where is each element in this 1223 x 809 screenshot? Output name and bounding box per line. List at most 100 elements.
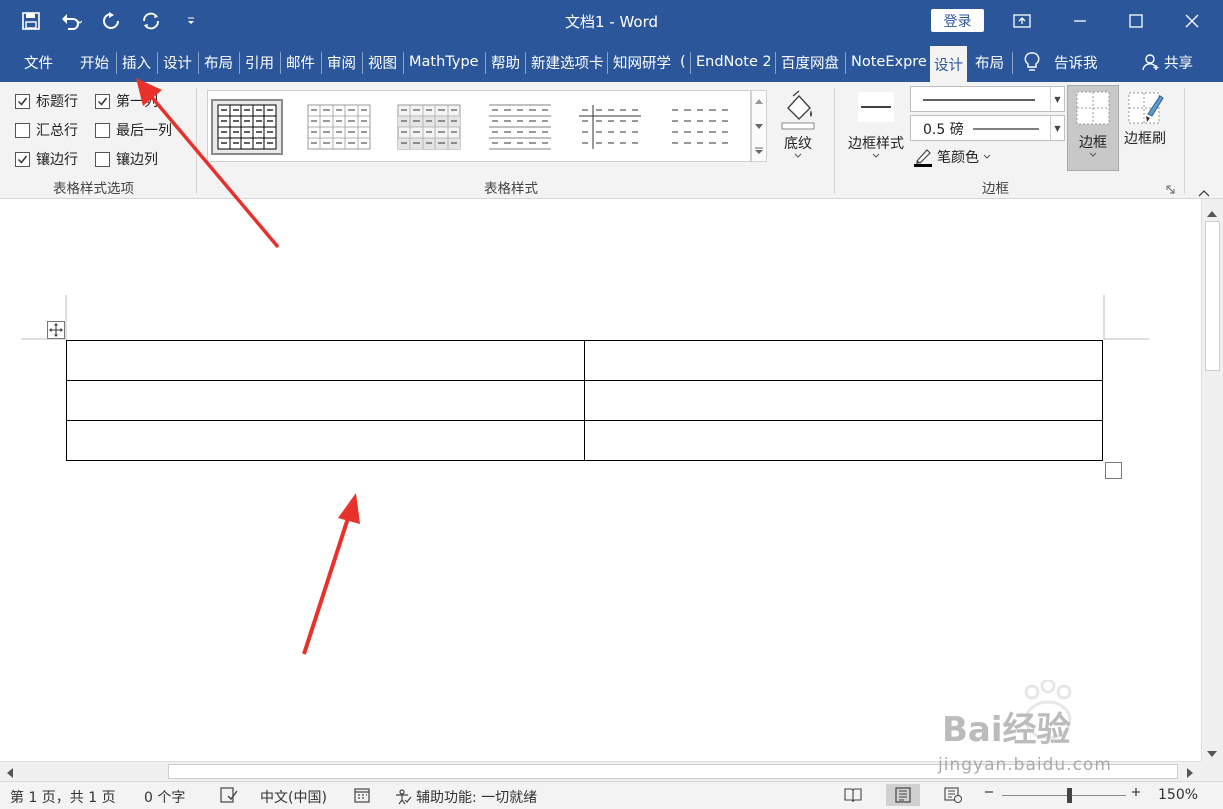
ribbon-tabs: 文件 开始 插入 设计 布局 引用 邮件 审阅 视图 MathType 帮助 新… (0, 42, 1223, 82)
login-button[interactable]: 登录 (931, 9, 984, 32)
table-style-no-borders[interactable] (664, 99, 736, 155)
table-style-plain-grid[interactable] (303, 99, 375, 155)
checkbox-unchecked[interactable] (95, 122, 110, 138)
refresh-icon[interactable] (138, 8, 164, 34)
gallery-up-icon[interactable] (755, 97, 763, 107)
tab-mathtype[interactable]: MathType (409, 50, 479, 74)
web-layout-icon[interactable] (944, 787, 962, 803)
line-weight-value: 0.5 磅 (923, 122, 964, 138)
scroll-left-icon[interactable] (6, 766, 13, 782)
read-mode-icon[interactable] (844, 787, 862, 803)
undo-icon[interactable] (58, 8, 84, 34)
zoom-level[interactable]: 150% (1158, 787, 1198, 803)
tab-divider (157, 52, 158, 74)
table-cell[interactable] (66, 380, 585, 421)
redo-icon[interactable] (98, 8, 124, 34)
line-weight-sample-icon (973, 128, 1039, 130)
tab-home[interactable]: 开始 (80, 50, 109, 74)
border-painter-button[interactable]: 边框刷 (1121, 90, 1169, 148)
tab-insert[interactable]: 插入 (122, 50, 151, 74)
tab-layout[interactable]: 布局 (204, 50, 233, 74)
tab-design[interactable]: 设计 (163, 50, 192, 74)
banded-rows-option[interactable]: 镶边行 (15, 149, 78, 169)
close-icon[interactable] (1164, 0, 1220, 42)
zoom-slider-thumb[interactable] (1067, 788, 1072, 803)
tab-divider (607, 52, 608, 74)
tab-references[interactable]: 引用 (245, 50, 274, 74)
table-style-shaded-grid[interactable] (393, 99, 465, 155)
borders-button[interactable]: 边框 (1067, 85, 1119, 171)
ribbon-display-options-icon[interactable] (994, 0, 1050, 42)
vertical-scrollbar[interactable] (1201, 199, 1223, 761)
checkbox-checked[interactable] (95, 93, 110, 109)
last-column-option[interactable]: 最后一列 (95, 120, 172, 140)
language-indicator[interactable]: 中文(中国) (260, 787, 327, 807)
table-move-handle-icon[interactable] (47, 321, 65, 339)
gallery-more-icon[interactable] (755, 147, 763, 158)
checkbox-checked[interactable] (15, 151, 30, 167)
tab-truncated[interactable]: ( (680, 50, 686, 74)
line-weight-dropdown[interactable]: 0.5 磅 ▼ (910, 115, 1065, 141)
tab-view[interactable]: 视图 (368, 50, 397, 74)
dialog-launcher-icon[interactable] (1166, 182, 1175, 198)
word-count[interactable]: 0 个字 (144, 787, 185, 807)
banded-rows-label: 镶边行 (36, 152, 78, 168)
scroll-down-icon[interactable] (1207, 746, 1217, 762)
share-button[interactable]: 共享 (1142, 50, 1193, 74)
tab-table-design[interactable]: 设计 (930, 46, 967, 82)
proofing-icon[interactable] (220, 787, 238, 803)
group-divider (1184, 88, 1185, 194)
scroll-thumb[interactable] (1205, 221, 1220, 371)
total-row-option[interactable]: 汇总行 (15, 120, 78, 140)
tab-noteexpress[interactable]: NoteExpre (851, 50, 927, 74)
gallery-down-icon[interactable] (755, 123, 763, 133)
word-table[interactable] (66, 340, 1103, 461)
tab-file[interactable]: 文件 (24, 50, 53, 74)
shading-button[interactable]: 底纹 (776, 90, 820, 159)
table-cell[interactable] (584, 380, 1103, 421)
zoom-out-icon[interactable] (984, 787, 994, 797)
tab-baidu-netdisk[interactable]: 百度网盘 (781, 50, 839, 74)
minimize-icon[interactable] (1052, 0, 1108, 42)
table-styles-group-label: 表格样式 (484, 181, 538, 197)
print-layout-icon[interactable] (886, 784, 920, 806)
table-row (66, 340, 1103, 381)
tab-help[interactable]: 帮助 (491, 50, 520, 74)
chevron-down-icon (794, 153, 802, 158)
save-icon[interactable] (18, 8, 44, 34)
tab-review[interactable]: 审阅 (327, 50, 356, 74)
table-cell[interactable] (66, 420, 585, 461)
border-styles-button[interactable]: 边框样式 (845, 90, 907, 159)
table-style-grid[interactable] (211, 99, 283, 155)
line-style-dropdown[interactable]: ▼ (910, 86, 1065, 112)
accessibility-status[interactable]: 辅助功能: 一切就绪 (394, 787, 537, 807)
maximize-icon[interactable] (1108, 0, 1164, 42)
scroll-up-icon[interactable] (1207, 205, 1217, 221)
table-style-first-column[interactable] (574, 99, 646, 155)
table-cell[interactable] (66, 340, 585, 381)
zoom-in-icon[interactable] (1131, 787, 1141, 797)
macro-icon[interactable] (354, 787, 370, 803)
first-column-option[interactable]: 第一列 (95, 91, 158, 111)
checkbox-unchecked[interactable] (95, 151, 110, 167)
zoom-slider-track[interactable] (1002, 795, 1126, 796)
table-cell[interactable] (584, 420, 1103, 461)
tab-endnote[interactable]: EndNote 2 (696, 50, 770, 74)
tell-me[interactable]: 告诉我 (1024, 50, 1098, 74)
customize-toolbar-icon[interactable] (178, 8, 204, 34)
table-resize-handle[interactable] (1105, 462, 1122, 479)
page-count[interactable]: 第 1 页，共 1 页 (10, 787, 116, 807)
table-cell[interactable] (584, 340, 1103, 381)
tab-cnki[interactable]: 知网研学 (613, 50, 671, 74)
table-style-horizontal-lines[interactable] (484, 99, 556, 155)
checkbox-unchecked[interactable] (15, 122, 30, 138)
checkbox-checked[interactable] (15, 93, 30, 109)
scroll-right-icon[interactable] (1187, 766, 1194, 782)
tab-mailings[interactable]: 邮件 (286, 50, 315, 74)
tab-table-layout[interactable]: 布局 (975, 50, 1004, 74)
banded-columns-option[interactable]: 镶边列 (95, 149, 158, 169)
header-row-option[interactable]: 标题行 (15, 91, 78, 111)
pen-color-button[interactable]: 笔颜色 (913, 147, 991, 167)
document-canvas[interactable] (0, 199, 1201, 761)
tab-new-tab[interactable]: 新建选项卡 (531, 50, 604, 74)
